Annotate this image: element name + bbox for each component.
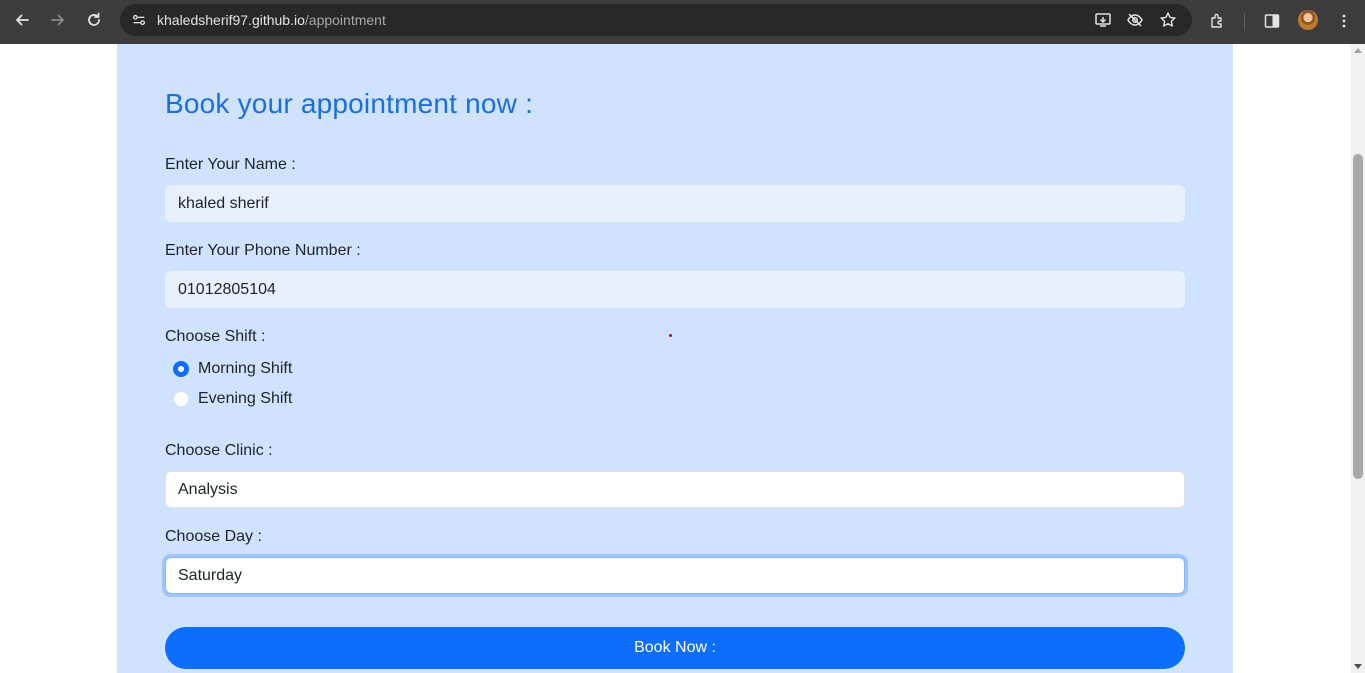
tracking-eye-off-icon[interactable]	[1124, 9, 1146, 31]
star-icon[interactable]	[1157, 9, 1179, 31]
name-value: khaled sherif	[178, 194, 269, 212]
evening-shift-radio[interactable]	[173, 391, 189, 407]
book-now-button[interactable]: Book Now :	[165, 627, 1185, 669]
morning-shift-radio[interactable]	[173, 361, 189, 377]
extensions-icon[interactable]	[1204, 7, 1232, 35]
reload-icon[interactable]	[76, 2, 112, 38]
clinic-value: Analysis	[178, 480, 238, 498]
profile-avatar[interactable]	[1298, 10, 1318, 30]
toolbar-divider	[1244, 13, 1245, 31]
morning-shift-option[interactable]: Morning Shift	[173, 360, 292, 378]
scroll-down-arrow-icon[interactable]	[1354, 664, 1362, 669]
appointment-form: Book your appointment now : Enter Your N…	[117, 44, 1233, 673]
day-label: Choose Day :	[165, 528, 262, 545]
clinic-select[interactable]: Analysis	[165, 471, 1185, 508]
morning-shift-label: Morning Shift	[198, 360, 293, 377]
day-select[interactable]: Saturday	[165, 557, 1185, 594]
address-bar[interactable]: khaledsherif97.github.io/appointment	[120, 4, 1192, 36]
clinic-label: Choose Clinic :	[165, 442, 273, 459]
back-icon[interactable]	[4, 2, 40, 38]
scroll-thumb[interactable]	[1353, 154, 1363, 479]
phone-input[interactable]: 01012805104	[165, 271, 1185, 308]
side-panel-icon[interactable]	[1258, 7, 1286, 35]
page-scrollbar[interactable]	[1351, 44, 1365, 673]
phone-value: 01012805104	[178, 280, 276, 298]
install-app-icon[interactable]	[1092, 9, 1114, 31]
url-host: khaledsherif97.github.io	[157, 12, 305, 28]
menu-icon[interactable]	[1330, 7, 1358, 35]
site-info-icon[interactable]	[128, 9, 150, 31]
day-value: Saturday	[178, 566, 243, 584]
page-viewport: Book your appointment now : Enter Your N…	[0, 44, 1351, 673]
name-label: Enter Your Name :	[165, 156, 296, 173]
url-text: khaledsherif97.github.io/appointment	[157, 12, 386, 28]
evening-shift-option[interactable]: Evening Shift	[173, 390, 292, 408]
forward-icon[interactable]	[40, 2, 76, 38]
stray-dot	[669, 334, 672, 337]
name-input[interactable]: khaled sherif	[165, 185, 1185, 222]
browser-toolbar: khaledsherif97.github.io/appointment	[0, 0, 1365, 44]
page-title: Book your appointment now :	[165, 88, 534, 119]
url-path: /appointment	[304, 12, 386, 28]
evening-shift-label: Evening Shift	[198, 390, 293, 407]
phone-label: Enter Your Phone Number :	[165, 242, 361, 259]
scroll-up-arrow-icon[interactable]	[1354, 48, 1362, 53]
shift-label: Choose Shift :	[165, 328, 266, 345]
